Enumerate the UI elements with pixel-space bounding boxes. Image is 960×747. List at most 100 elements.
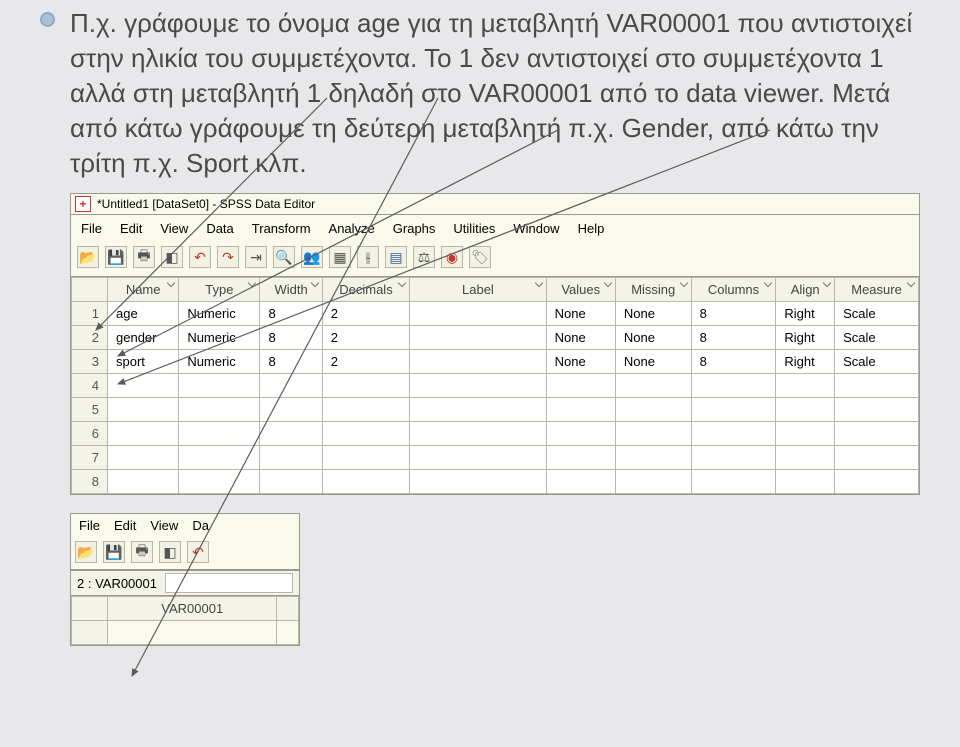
col-width[interactable]: Width [260, 278, 322, 302]
cell-missing[interactable] [615, 398, 691, 422]
cell-type[interactable] [179, 470, 260, 494]
cell-measure[interactable]: Scale [835, 326, 919, 350]
col-type[interactable]: Type [179, 278, 260, 302]
mini-menu-view[interactable]: View [150, 518, 178, 533]
col-measure[interactable]: Measure [835, 278, 919, 302]
menu-utilities[interactable]: Utilities [453, 221, 495, 236]
row-number[interactable]: 6 [72, 422, 108, 446]
cell-width[interactable] [260, 446, 322, 470]
col-label[interactable]: Label [410, 278, 546, 302]
table-row[interactable]: 4 [72, 374, 919, 398]
cell-width[interactable]: 8 [260, 302, 322, 326]
mini-data-grid[interactable]: VAR00001 [71, 596, 299, 645]
mini-undo-icon[interactable]: ↶ [187, 541, 209, 563]
cell-label[interactable] [410, 374, 546, 398]
cell-type[interactable] [179, 446, 260, 470]
cell-label[interactable] [410, 446, 546, 470]
table-row[interactable]: 6 [72, 422, 919, 446]
row-number[interactable]: 8 [72, 470, 108, 494]
labels-icon[interactable]: 🏷 [469, 246, 491, 268]
cell-missing[interactable]: None [615, 350, 691, 374]
col-decimals[interactable]: Decimals [322, 278, 409, 302]
cell-name[interactable] [108, 398, 179, 422]
mini-dialog-icon[interactable]: ◧ [159, 541, 181, 563]
table-row[interactable]: 1ageNumeric82NoneNone8RightScale [72, 302, 919, 326]
select-icon[interactable]: ◉ [441, 246, 463, 268]
mini-save-icon[interactable]: 💾 [103, 541, 125, 563]
cell-label[interactable] [410, 398, 546, 422]
cell-label[interactable] [410, 326, 546, 350]
table-icon[interactable]: ▤ [385, 246, 407, 268]
cell-align[interactable]: Right [776, 302, 835, 326]
menu-graphs[interactable]: Graphs [393, 221, 436, 236]
cell-align[interactable] [776, 470, 835, 494]
row-number[interactable]: 4 [72, 374, 108, 398]
mini-row[interactable] [72, 621, 299, 645]
col-missing[interactable]: Missing [615, 278, 691, 302]
mini-print-icon[interactable]: 🖶 [131, 541, 153, 563]
table-row[interactable]: 5 [72, 398, 919, 422]
cell-width[interactable]: 8 [260, 350, 322, 374]
menu-file[interactable]: File [81, 221, 102, 236]
row-number[interactable]: 2 [72, 326, 108, 350]
cell-missing[interactable] [615, 374, 691, 398]
row-number[interactable]: 3 [72, 350, 108, 374]
cell-type[interactable]: Numeric [179, 326, 260, 350]
row-number[interactable]: 7 [72, 446, 108, 470]
mini-col-var00001[interactable]: VAR00001 [108, 597, 277, 621]
cell-columns[interactable] [691, 446, 776, 470]
mini-menu-edit[interactable]: Edit [114, 518, 136, 533]
mini-cell[interactable] [108, 621, 277, 645]
cell-values[interactable]: None [546, 350, 615, 374]
cell-decimals[interactable]: 2 [322, 302, 409, 326]
goto-icon[interactable]: ⇥ [245, 246, 267, 268]
cell-decimals[interactable] [322, 422, 409, 446]
cell-decimals[interactable] [322, 374, 409, 398]
table-row[interactable]: 3sportNumeric82NoneNone8RightScale [72, 350, 919, 374]
menu-transform[interactable]: Transform [252, 221, 311, 236]
cell-width[interactable] [260, 398, 322, 422]
cell-missing[interactable]: None [615, 302, 691, 326]
mini-menu-data[interactable]: Da [192, 518, 209, 533]
cell-columns[interactable] [691, 374, 776, 398]
variable-view-grid[interactable]: Name Type Width Decimals Label Values Mi… [71, 277, 919, 494]
print-icon[interactable]: 🖶 [133, 246, 155, 268]
cell-align[interactable] [776, 422, 835, 446]
cell-values[interactable] [546, 446, 615, 470]
cell-values[interactable] [546, 422, 615, 446]
cell-decimals[interactable] [322, 398, 409, 422]
col-align[interactable]: Align [776, 278, 835, 302]
cell-width[interactable] [260, 470, 322, 494]
menu-help[interactable]: Help [578, 221, 605, 236]
cell-measure[interactable] [835, 398, 919, 422]
menu-view[interactable]: View [160, 221, 188, 236]
find-icon[interactable]: 🔍 [273, 246, 295, 268]
cell-name[interactable] [108, 470, 179, 494]
cell-name[interactable] [108, 446, 179, 470]
cell-type[interactable] [179, 398, 260, 422]
cell-decimals[interactable]: 2 [322, 350, 409, 374]
cell-width[interactable]: 8 [260, 326, 322, 350]
undo-icon[interactable]: ↶ [189, 246, 211, 268]
weight-icon[interactable]: ⚖ [413, 246, 435, 268]
cell-values[interactable] [546, 470, 615, 494]
cell-measure[interactable] [835, 446, 919, 470]
row-number[interactable]: 1 [72, 302, 108, 326]
cell-name[interactable] [108, 374, 179, 398]
save-icon[interactable]: 💾 [105, 246, 127, 268]
cell-align[interactable]: Right [776, 326, 835, 350]
cell-label[interactable] [410, 350, 546, 374]
cell-name[interactable]: age [108, 302, 179, 326]
cell-label[interactable] [410, 470, 546, 494]
table-row[interactable]: 7 [72, 446, 919, 470]
dialog-icon[interactable]: ◧ [161, 246, 183, 268]
cell-values[interactable]: None [546, 302, 615, 326]
cell-type[interactable] [179, 422, 260, 446]
cell-measure[interactable] [835, 422, 919, 446]
cell-missing[interactable]: None [615, 326, 691, 350]
cell-width[interactable] [260, 422, 322, 446]
cell-align[interactable] [776, 446, 835, 470]
cell-type[interactable]: Numeric [179, 302, 260, 326]
cell-measure[interactable]: Scale [835, 350, 919, 374]
redo-icon[interactable]: ↷ [217, 246, 239, 268]
